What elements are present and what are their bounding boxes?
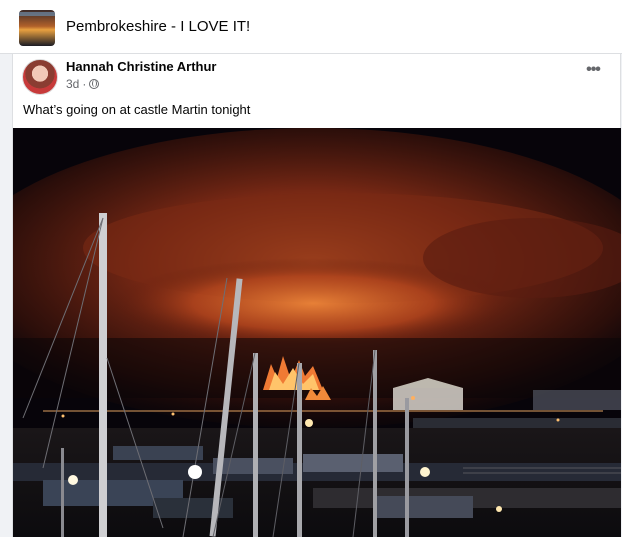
group-thumbnail[interactable]: [19, 10, 55, 46]
group-title[interactable]: Pembrokeshire - I LOVE IT!: [66, 18, 250, 35]
post-time[interactable]: 3d: [66, 77, 79, 91]
post-text: What’s going on at castle Martin tonight: [23, 102, 251, 117]
globe-icon: [89, 79, 100, 89]
group-header: Pembrokeshire - I LOVE IT!: [0, 0, 622, 54]
night-harbour-fire-photo: [13, 128, 621, 537]
author-name[interactable]: Hannah Christine Arthur: [66, 59, 216, 74]
post-card: Hannah Christine Arthur 3d · ••• What’s …: [12, 54, 621, 537]
more-options-button[interactable]: •••: [582, 62, 604, 80]
author-avatar[interactable]: [22, 59, 58, 95]
post-photo[interactable]: [13, 128, 621, 537]
post-meta: 3d ·: [66, 77, 100, 91]
meta-separator: ·: [82, 77, 87, 91]
